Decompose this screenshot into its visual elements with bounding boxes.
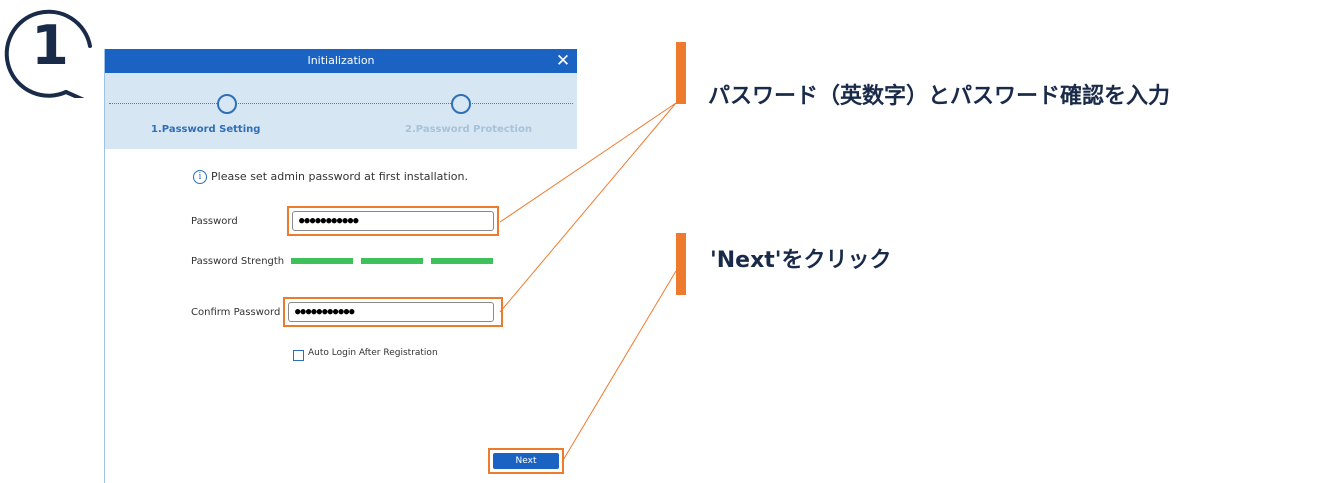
connector-line [499, 102, 677, 223]
connector-line [499, 102, 677, 313]
callout-next-instruction: 'Next'をクリック [710, 248, 892, 273]
callout-bar [676, 233, 686, 295]
callout-password-instruction: パスワード（英数字）とパスワード確認を入力 [708, 84, 1171, 109]
connector-line [561, 270, 677, 463]
callout-connectors [499, 102, 677, 463]
callout-bar [676, 42, 686, 104]
